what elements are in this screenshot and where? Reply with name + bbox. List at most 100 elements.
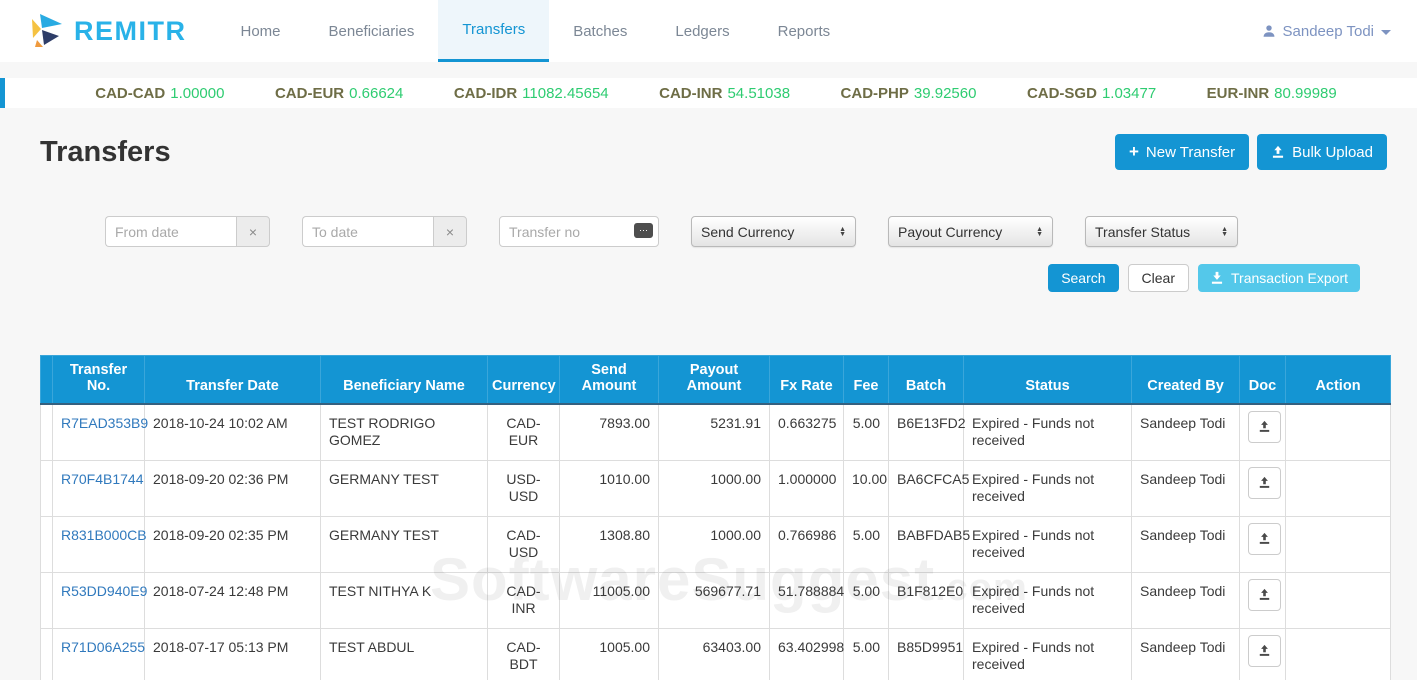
cell-status: Expired - Funds not received <box>964 516 1132 572</box>
cell-doc <box>1240 460 1286 516</box>
nav-item-transfers[interactable]: Transfers <box>438 0 549 62</box>
cell-status: Expired - Funds not received <box>964 628 1132 680</box>
clear-button[interactable]: Clear <box>1128 264 1189 292</box>
cell-transfer_no: R831B000CB <box>53 516 145 572</box>
cell-created_by: Sandeep Todi <box>1132 572 1240 628</box>
transfer-no-link[interactable]: R831B000CB <box>61 527 147 543</box>
cell-doc <box>1240 404 1286 461</box>
brand-logo[interactable]: REMITR <box>0 0 217 62</box>
transfers-table: Transfer No.Transfer DateBeneficiary Nam… <box>40 355 1391 680</box>
cell-currency: USD-USD <box>488 460 560 516</box>
column-header-transfer_date: Transfer Date <box>145 356 321 404</box>
table-row: R71D06A2552018-07-17 05:13 PMTEST ABDULC… <box>41 628 1391 680</box>
cell-sel <box>41 404 53 461</box>
doc-upload-button[interactable] <box>1248 411 1281 443</box>
column-header-currency: Currency <box>488 356 560 404</box>
transfer-status-select[interactable]: Transfer Status ▲▼ <box>1085 216 1238 247</box>
cell-fx_rate: 1.000000 <box>770 460 844 516</box>
from-date-group: × <box>105 216 270 247</box>
cell-created_by: Sandeep Todi <box>1132 404 1240 461</box>
cell-status: Expired - Funds not received <box>964 572 1132 628</box>
select-arrows-icon: ▲▼ <box>839 227 846 237</box>
ticker-edge-bar <box>0 78 5 108</box>
nav-item-home[interactable]: Home <box>217 0 305 62</box>
cell-doc <box>1240 516 1286 572</box>
rate-eur-inr: EUR-INR80.99989 <box>1207 85 1337 102</box>
cell-created_by: Sandeep Todi <box>1132 628 1240 680</box>
filter-row: × × ⋯ Send Currency ▲▼ Payout Currency ▲… <box>105 216 1417 247</box>
cell-created_by: Sandeep Todi <box>1132 516 1240 572</box>
table-row: R53DD940E92018-07-24 12:48 PMTEST NITHYA… <box>41 572 1391 628</box>
doc-upload-button[interactable] <box>1248 635 1281 667</box>
column-header-status: Status <box>964 356 1132 404</box>
cell-sel <box>41 628 53 680</box>
cell-status: Expired - Funds not received <box>964 404 1132 461</box>
cell-batch: B85D9951 <box>889 628 964 680</box>
cell-currency: CAD-USD <box>488 516 560 572</box>
cell-transfer_date: 2018-07-17 05:13 PM <box>145 628 321 680</box>
to-date-group: × <box>302 216 467 247</box>
to-date-clear-button[interactable]: × <box>433 216 467 247</box>
cell-send_amount: 11005.00 <box>560 572 659 628</box>
cell-fx_rate: 63.402998 <box>770 628 844 680</box>
cell-transfer_date: 2018-10-24 10:02 AM <box>145 404 321 461</box>
cell-payout_amount: 5231.91 <box>659 404 770 461</box>
rate-cad-sgd: CAD-SGD1.03477 <box>1027 85 1156 102</box>
cell-transfer_date: 2018-09-20 02:35 PM <box>145 516 321 572</box>
table-header-row: Transfer No.Transfer DateBeneficiary Nam… <box>41 356 1391 404</box>
search-button[interactable]: Search <box>1048 264 1118 292</box>
column-header-fx_rate: Fx Rate <box>770 356 844 404</box>
rate-cad-eur: CAD-EUR0.66624 <box>275 85 403 102</box>
cell-transfer_no: R53DD940E9 <box>53 572 145 628</box>
cell-fee: 5.00 <box>844 404 889 461</box>
column-header-batch: Batch <box>889 356 964 404</box>
cell-sel <box>41 516 53 572</box>
brand-name: REMITR <box>74 16 187 47</box>
rate-cad-php: CAD-PHP39.92560 <box>841 85 977 102</box>
cell-action <box>1286 572 1391 628</box>
doc-upload-button[interactable] <box>1248 523 1281 555</box>
column-header-doc: Doc <box>1240 356 1286 404</box>
nav-item-reports[interactable]: Reports <box>754 0 855 62</box>
send-currency-select[interactable]: Send Currency ▲▼ <box>691 216 856 247</box>
cell-batch: BA6CFCA5 <box>889 460 964 516</box>
cell-beneficiary_name: GERMANY TEST <box>321 516 488 572</box>
input-method-icon[interactable]: ⋯ <box>634 223 653 238</box>
select-arrows-icon: ▲▼ <box>1221 227 1228 237</box>
table-body: R7EAD353B92018-10-24 10:02 AMTEST RODRIG… <box>41 404 1391 680</box>
bulk-upload-button[interactable]: Bulk Upload <box>1257 134 1387 170</box>
page-title: Transfers <box>40 136 171 169</box>
table-row: R831B000CB2018-09-20 02:35 PMGERMANY TES… <box>41 516 1391 572</box>
nav-item-ledgers[interactable]: Ledgers <box>651 0 753 62</box>
cell-action <box>1286 516 1391 572</box>
transaction-export-button[interactable]: Transaction Export <box>1198 264 1360 292</box>
nav-item-batches[interactable]: Batches <box>549 0 651 62</box>
doc-upload-button[interactable] <box>1248 467 1281 499</box>
table-row: R7EAD353B92018-10-24 10:02 AMTEST RODRIG… <box>41 404 1391 461</box>
from-date-clear-button[interactable]: × <box>236 216 270 247</box>
cell-currency: CAD-BDT <box>488 628 560 680</box>
user-name: Sandeep Todi <box>1283 23 1374 40</box>
user-menu[interactable]: Sandeep Todi <box>1262 0 1417 62</box>
transfer-no-link[interactable]: R70F4B1744 <box>61 471 144 487</box>
page-header: Transfers + New Transfer Bulk Upload <box>40 134 1387 170</box>
upload-icon <box>1271 145 1285 159</box>
select-arrows-icon: ▲▼ <box>1036 227 1043 237</box>
doc-upload-button[interactable] <box>1248 579 1281 611</box>
remitr-logo-icon <box>28 13 64 49</box>
to-date-input[interactable] <box>302 216 433 247</box>
cell-created_by: Sandeep Todi <box>1132 460 1240 516</box>
cell-send_amount: 1010.00 <box>560 460 659 516</box>
payout-currency-select[interactable]: Payout Currency ▲▼ <box>888 216 1053 247</box>
nav-item-beneficiaries[interactable]: Beneficiaries <box>305 0 439 62</box>
cell-batch: B6E13FD2 <box>889 404 964 461</box>
transfer-no-link[interactable]: R71D06A255 <box>61 639 145 655</box>
cell-send_amount: 1005.00 <box>560 628 659 680</box>
new-transfer-button[interactable]: + New Transfer <box>1115 134 1249 170</box>
transfer-no-link[interactable]: R7EAD353B9 <box>61 415 148 431</box>
from-date-input[interactable] <box>105 216 236 247</box>
transfer-no-link[interactable]: R53DD940E9 <box>61 583 147 599</box>
cell-payout_amount: 63403.00 <box>659 628 770 680</box>
transfer-no-group: ⋯ <box>499 216 659 247</box>
table-header: Transfer No.Transfer DateBeneficiary Nam… <box>41 356 1391 404</box>
